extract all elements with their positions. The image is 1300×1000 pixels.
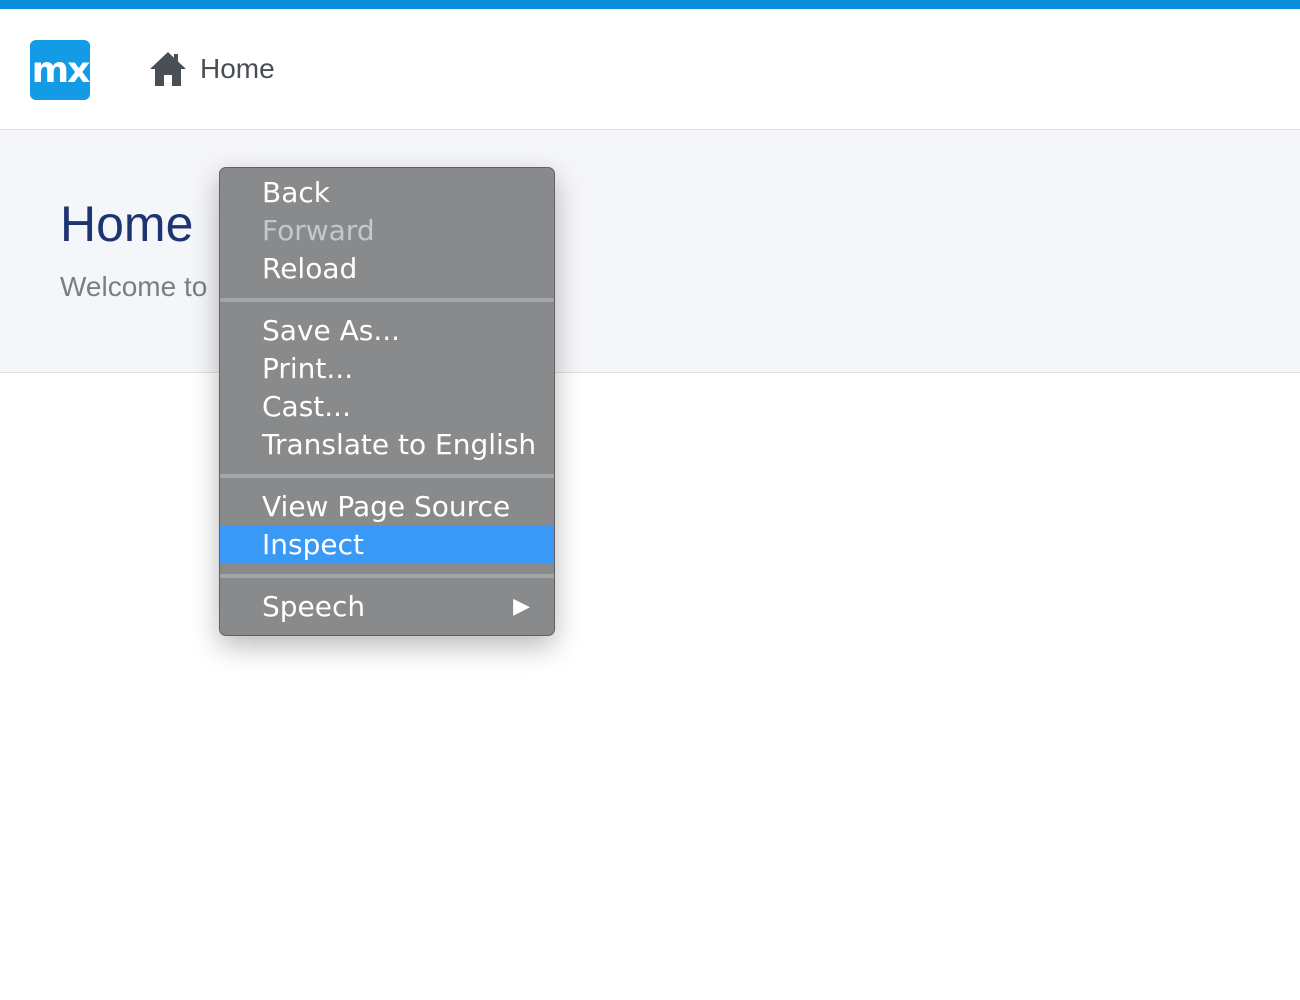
menu-separator (220, 474, 554, 478)
menu-item-save-as[interactable]: Save As... (220, 312, 554, 350)
home-icon (150, 52, 186, 86)
page-title: Home (60, 196, 194, 252)
top-navigation-bar: mx Home (0, 9, 1300, 130)
top-accent-bar (0, 0, 1300, 9)
menu-item-reload[interactable]: Reload (220, 250, 554, 288)
page-header: Home Welcome to (0, 131, 1300, 373)
menu-item-forward: Forward (262, 214, 375, 247)
page-subtitle: Welcome to (60, 271, 208, 302)
menu-item-view-source[interactable]: View Page Source (220, 488, 554, 526)
context-menu: Back Forward Reload Save As... Print... … (219, 167, 555, 636)
menu-item-print[interactable]: Print... (220, 350, 554, 388)
mendix-logo[interactable]: mx (30, 40, 90, 100)
menu-item-inspect[interactable]: Inspect (220, 526, 554, 564)
menu-item-speech[interactable]: Speech ▶ (220, 588, 554, 626)
triangle-right-icon: ▶ (513, 594, 530, 619)
nav-home-label: Home (200, 53, 275, 84)
menu-item-translate[interactable]: Translate to English (220, 426, 554, 464)
nav-home-link[interactable]: Home (148, 49, 275, 89)
menu-separator (220, 298, 554, 302)
menu-item-back[interactable]: Back (220, 174, 554, 212)
menu-separator (220, 574, 554, 578)
menu-item-speech-label: Speech (262, 590, 366, 623)
menu-item-cast[interactable]: Cast... (220, 388, 554, 426)
